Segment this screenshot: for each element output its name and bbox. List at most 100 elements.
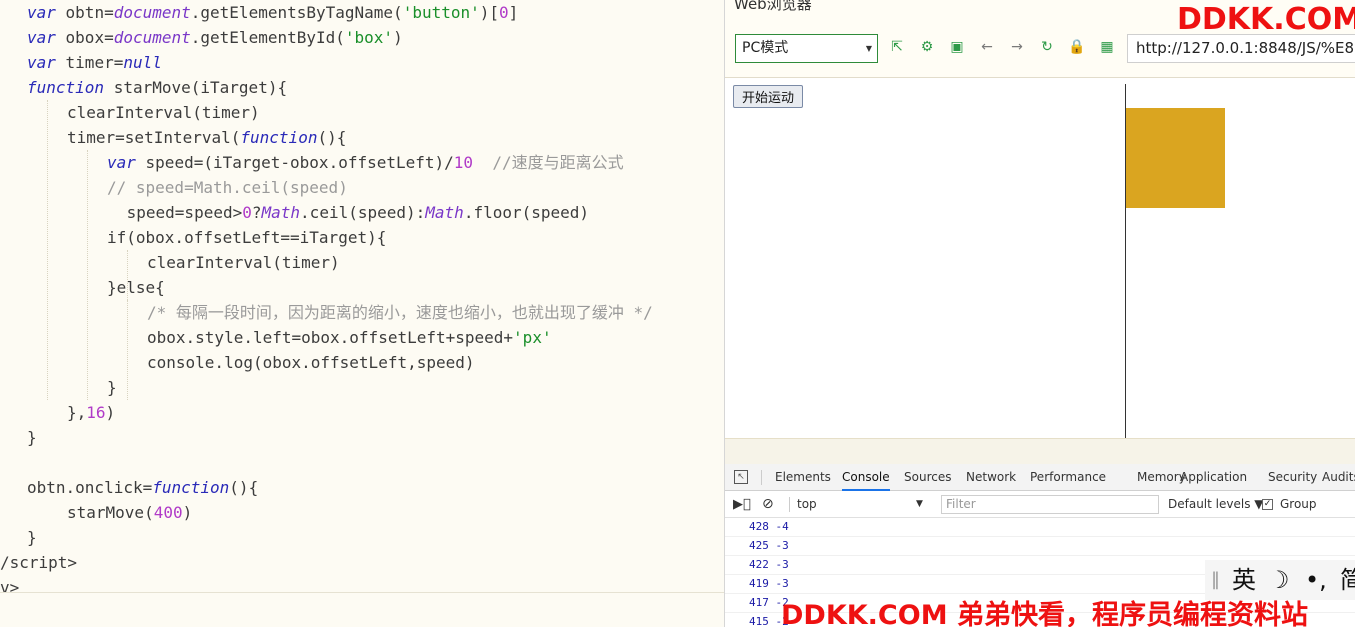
group-similar-checkbox[interactable]: ✓ <box>1262 499 1273 510</box>
code-token: }else{ <box>107 278 165 297</box>
code-token: .ceil(speed): <box>300 203 426 222</box>
code-line[interactable]: if(obox.offsetLeft==iTarget){ <box>107 225 386 250</box>
indent-guide <box>87 150 88 400</box>
code-token: document <box>113 28 191 47</box>
code-token: } <box>27 528 37 547</box>
mode-select-value: PC模式 <box>742 40 789 56</box>
ime-extra[interactable]: 简 <box>1340 560 1355 600</box>
console-toolbar: ▶⃞ ⊘ top ▼ Filter Default levels ▼ ✓ Gro… <box>725 491 1355 538</box>
code-line[interactable]: var timer=null <box>27 50 162 75</box>
code-token: .getElementById( <box>190 28 345 47</box>
code-line[interactable]: },16) <box>67 400 115 425</box>
page-viewport: 开始运动 <box>725 78 1355 438</box>
code-token: Math <box>425 203 464 222</box>
inspect-icon[interactable]: ↖ <box>734 470 748 484</box>
console-log-row: 428 -4 <box>725 518 1355 537</box>
code-token: speed=speed> <box>117 203 243 222</box>
code-line[interactable]: /script> <box>0 550 77 575</box>
terminal-icon[interactable]: ▣ <box>948 38 966 56</box>
context-select[interactable]: top <box>797 491 817 518</box>
settings-icon[interactable]: ⚙ <box>918 38 936 56</box>
chevron-down-icon: ▼ <box>865 44 872 53</box>
code-token: }, <box>67 403 87 422</box>
tab-audits[interactable]: Audits <box>1322 464 1355 491</box>
qr-icon[interactable]: ▦ <box>1098 38 1116 56</box>
code-token: obox.style.left=obox.offsetLeft+speed+ <box>147 328 514 347</box>
code-token: } <box>27 428 37 447</box>
code-line[interactable]: } <box>27 525 37 550</box>
code-token: function <box>152 478 230 497</box>
code-line[interactable]: /* 每隔一段时间，因为距离的缩小，速度也缩小，也就出现了缓冲 */ <box>147 300 653 325</box>
tab-memory[interactable]: Memory <box>1137 464 1186 491</box>
devtools-tab-bar: ↖ Elements Console Sources Network Performan… <box>725 464 1355 491</box>
code-token: //速度与距离公式 <box>473 153 624 172</box>
code-line[interactable]: function starMove(iTarget){ <box>27 75 287 100</box>
editor-bottom-strip <box>0 592 724 627</box>
code-token: speed=(iTarget-obox.offsetLeft)/ <box>135 153 454 172</box>
browser-title: Web浏览器 <box>734 0 812 13</box>
web-browser-panel: Web浏览器 PC模式 ▼ ⇱ ⚙ ▣ ← → ↻ 🔒 ▦ http://127… <box>724 0 1355 627</box>
back-icon[interactable]: ← <box>978 38 996 56</box>
tab-security[interactable]: Security <box>1268 464 1317 491</box>
mode-select[interactable]: PC模式 ▼ <box>735 34 878 63</box>
code-line[interactable]: }else{ <box>107 275 165 300</box>
refresh-icon[interactable]: ↻ <box>1038 38 1056 56</box>
code-token: 'box' <box>344 28 394 47</box>
code-editor[interactable]: var obtn=document.getElementsByTagName('… <box>0 0 724 627</box>
code-token: var <box>27 3 56 22</box>
code-token: ) <box>393 28 403 47</box>
code-line[interactable]: timer=setInterval(function(){ <box>67 125 346 150</box>
code-token: obtn.onclick= <box>27 478 153 497</box>
code-line[interactable]: starMove(400) <box>67 500 192 525</box>
start-motion-button[interactable]: 开始运动 <box>733 85 803 108</box>
indent-guide <box>127 250 128 300</box>
code-token: Math <box>261 203 301 222</box>
code-line[interactable]: clearInterval(timer) <box>67 100 260 125</box>
default-levels-select[interactable]: Default levels ▼ <box>1168 491 1264 518</box>
code-token: // speed=Math.ceil(speed) <box>107 178 348 197</box>
code-line[interactable]: } <box>27 425 37 450</box>
lock-icon[interactable]: 🔒 <box>1068 38 1086 56</box>
code-token: null <box>123 53 162 72</box>
code-line[interactable]: obox.style.left=obox.offsetLeft+speed+'p… <box>147 325 552 350</box>
indent-guide <box>127 300 128 400</box>
divider <box>761 470 762 485</box>
code-line[interactable]: } <box>107 375 117 400</box>
code-line[interactable]: var speed=(iTarget-obox.offsetLeft)/10 /… <box>107 150 624 175</box>
code-line[interactable]: var obox=document.getElementById('box') <box>27 25 403 50</box>
chevron-down-icon[interactable]: ▼ <box>916 491 923 518</box>
code-line[interactable]: obtn.onclick=function(){ <box>27 475 258 500</box>
console-log-row: 425 -3 <box>725 537 1355 556</box>
code-line[interactable]: // speed=Math.ceil(speed) <box>107 175 348 200</box>
code-token: 10 <box>453 153 474 172</box>
tab-sources[interactable]: Sources <box>904 464 951 491</box>
tab-application[interactable]: Application <box>1180 464 1247 491</box>
code-token: 400 <box>153 503 183 522</box>
tab-elements[interactable]: Elements <box>775 464 831 491</box>
code-token: obox= <box>55 28 114 47</box>
devtools-resize-handle[interactable] <box>725 438 1355 464</box>
tab-network[interactable]: Network <box>966 464 1016 491</box>
ime-punct[interactable]: •, <box>1305 560 1327 600</box>
group-similar-label: Group similar <box>1280 497 1320 538</box>
code-token: function <box>27 78 105 97</box>
code-token: clearInterval(timer) <box>147 253 340 272</box>
code-token: )[ <box>479 3 500 22</box>
code-line[interactable]: console.log(obox.offsetLeft,speed) <box>147 350 475 375</box>
sidebar-toggle-icon[interactable]: ▶⃞ <box>733 491 751 518</box>
forward-icon[interactable]: → <box>1008 38 1026 56</box>
code-token: starMove( <box>67 503 154 522</box>
clear-console-icon[interactable]: ⊘ <box>762 491 774 518</box>
open-icon[interactable]: ⇱ <box>888 38 906 56</box>
tab-console[interactable]: Console <box>842 464 890 491</box>
code-line[interactable]: var obtn=document.getElementsByTagName('… <box>27 0 518 25</box>
code-token: (){ <box>317 128 347 147</box>
code-line[interactable]: clearInterval(timer) <box>147 250 340 275</box>
code-token: var <box>107 153 136 172</box>
url-input[interactable]: http://127.0.0.1:8848/JS/%E8% <box>1127 34 1355 63</box>
code-line[interactable]: speed=speed>0?Math.ceil(speed):Math.floo… <box>117 200 589 225</box>
divider <box>789 497 790 512</box>
code-token: .getElementsByTagName( <box>190 3 403 22</box>
tab-performance[interactable]: Performance <box>1030 464 1106 491</box>
filter-input[interactable]: Filter <box>941 495 1159 514</box>
